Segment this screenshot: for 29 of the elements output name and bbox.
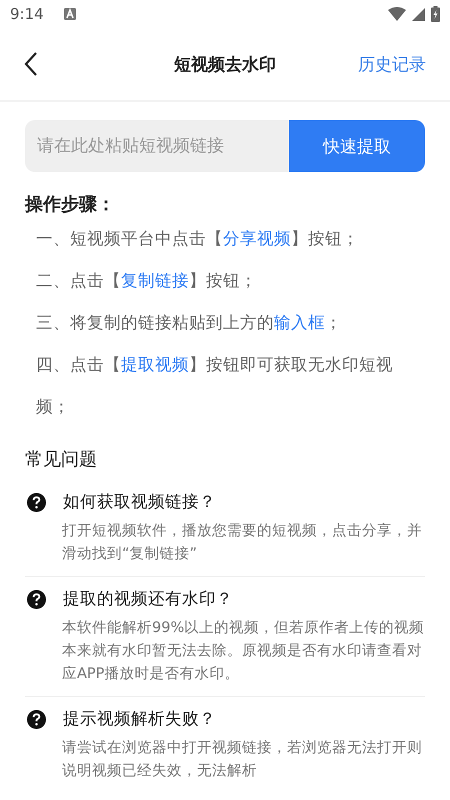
- faq-answer: 本软件能解析99%以上的视频，但若原作者上传的视频本来就有水印暂无法去除。原视频是否有水印请查看对应APP播放时是否有水印。: [62, 619, 425, 684]
- faq-heading: 常见问题: [25, 448, 98, 472]
- step-link[interactable]: 输入框: [274, 313, 325, 332]
- question-icon: [27, 710, 46, 728]
- notification-icon: [64, 8, 76, 20]
- question-icon: [27, 590, 46, 608]
- status-time: 9:14: [10, 5, 44, 23]
- page-title: 短视频去水印: [174, 54, 276, 76]
- step-text: 一、短视频平台中点击【分享视频】按钮；: [35, 228, 360, 250]
- extract-button[interactable]: 快速提取: [289, 120, 425, 172]
- step-link[interactable]: 复制链接: [121, 271, 189, 290]
- back-button[interactable]: [24, 51, 38, 77]
- step-text: 四、点击【提取视频】按钮即可获取无水印短视频；: [35, 354, 394, 418]
- question-icon: [27, 492, 46, 512]
- faq-answer: 打开短视频软件，播放您需要的短视频，点击分享，并滑动找到“复制链接”: [62, 522, 423, 564]
- step-link[interactable]: 提取视频: [121, 355, 189, 374]
- faq-question: 提示视频解析失败？: [63, 708, 216, 730]
- step-text: 三、将复制的链接粘贴到上方的输入框；: [35, 312, 343, 334]
- link-input-field[interactable]: 请在此处粘贴短视频链接: [25, 120, 289, 172]
- faq-answer: 请尝试在浏览器中打开视频链接，若浏览器无法打开则说明视频已经失效，无法解析: [62, 739, 423, 781]
- steps-heading: 操作步骤：: [25, 193, 116, 217]
- signal-icon: [412, 8, 425, 20]
- battery-icon: [431, 6, 440, 22]
- faq-question: 如何获取视频链接？: [63, 491, 216, 513]
- wifi-icon: [388, 7, 406, 21]
- history-link[interactable]: 历史记录: [358, 52, 426, 76]
- step-link[interactable]: 分享视频: [223, 229, 291, 248]
- faq-question: 提取的视频还有水印？: [63, 588, 233, 610]
- step-text: 二、点击【复制链接】按钮；: [35, 270, 258, 292]
